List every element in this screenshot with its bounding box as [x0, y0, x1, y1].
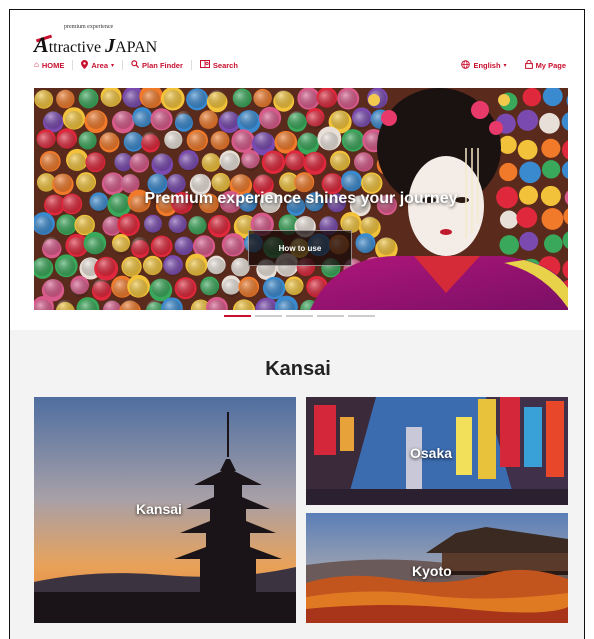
lock-icon [524, 59, 533, 71]
chevron-down-icon: ▾ [111, 62, 115, 69]
book-search-icon [199, 60, 210, 70]
nav-search[interactable]: Search [199, 60, 238, 70]
map-pin-icon [81, 59, 89, 71]
region-section: Kansai Kansai Osaka Kyoto [10, 330, 584, 639]
logo-tagline: premium experience [64, 24, 114, 30]
nav-divider [72, 60, 74, 70]
nav-divider [122, 60, 124, 70]
nav-home-label: HOME [41, 60, 65, 70]
page-frame: premium experience Attractive JAPAN ⌂ HO… [9, 9, 585, 639]
my-page-label: My Page [535, 60, 566, 70]
carousel-dot[interactable] [286, 315, 313, 317]
how-to-use-button[interactable]: How to use [248, 230, 352, 266]
logo-wordmark: Attractive JAPAN [34, 32, 158, 57]
region-tile-kansai[interactable]: Kansai [34, 397, 296, 623]
tile-label: Kyoto [412, 563, 452, 579]
carousel-dot[interactable] [255, 315, 282, 317]
region-title: Kansai [265, 358, 331, 380]
tile-label: Kansai [136, 501, 182, 517]
language-label: English [473, 60, 501, 70]
region-tile-kyoto[interactable]: Kyoto [306, 513, 568, 623]
utility-nav: English ▾ My Page [443, 58, 566, 72]
carousel-dot[interactable] [317, 315, 344, 317]
home-icon: ⌂ [34, 60, 39, 69]
hero-carousel[interactable]: Premium experience shines your journey H… [34, 88, 568, 310]
nav-area-label: Area [91, 60, 109, 70]
region-tile-osaka[interactable]: Osaka [306, 397, 568, 505]
nav-home[interactable]: ⌂ HOME [34, 61, 64, 70]
chevron-down-icon: ▾ [503, 62, 507, 69]
carousel-dot[interactable] [224, 315, 251, 317]
my-page-link[interactable]: My Page [524, 59, 566, 71]
search-icon [131, 60, 140, 70]
hero-title: Premium experience shines your journey [144, 190, 458, 207]
nav-area[interactable]: Area ▾ [81, 59, 115, 71]
main-nav: ⌂ HOME Area ▾ Plan Finder Search [34, 58, 238, 72]
tile-label: Osaka [410, 445, 453, 461]
nav-plan-finder-label: Plan Finder [142, 60, 183, 70]
nav-divider [190, 60, 192, 70]
nav-plan-finder[interactable]: Plan Finder [131, 60, 183, 70]
globe-icon [461, 59, 471, 71]
nav-search-label: Search [212, 60, 238, 70]
carousel-dot[interactable] [348, 315, 375, 317]
carousel-indicators [224, 315, 375, 317]
language-selector[interactable]: English ▾ [461, 59, 507, 71]
